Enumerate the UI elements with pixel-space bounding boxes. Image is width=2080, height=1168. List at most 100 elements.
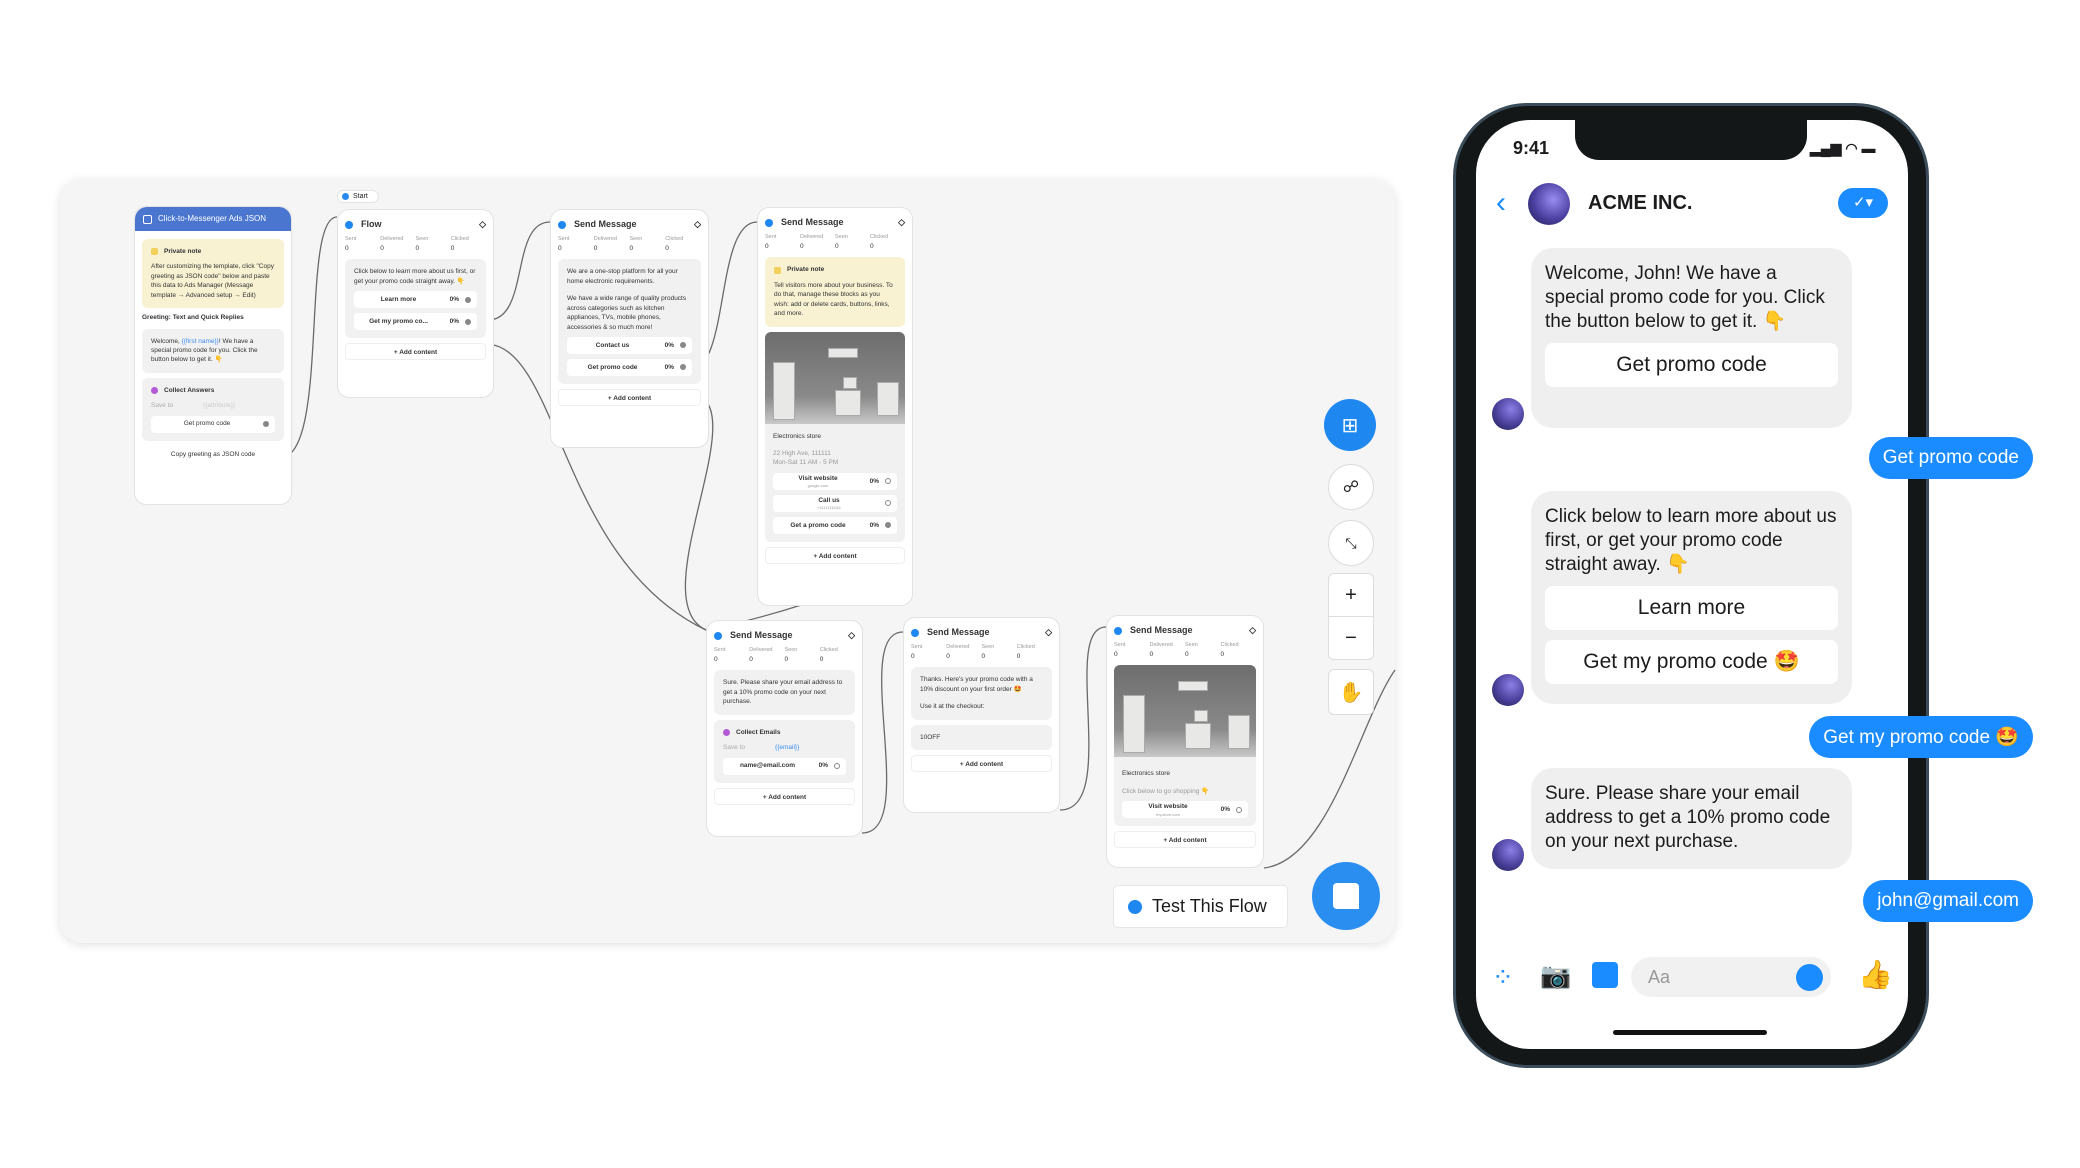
add-content-button[interactable]: + Add content bbox=[558, 388, 701, 406]
bot-message: Welcome, John! We have a special promo c… bbox=[1531, 248, 1852, 428]
connector-dot[interactable] bbox=[465, 318, 471, 325]
stat-value: 0 bbox=[765, 242, 769, 250]
quick-reply-button[interactable]: Get my promo code 🤩 bbox=[1545, 640, 1838, 685]
connector-dot[interactable] bbox=[263, 421, 269, 428]
send-message-node[interactable]: Send Message ◇ Sent 0 Delivered 0 Seen 0 Clicked… bbox=[903, 617, 1060, 813]
node-title: Send Message bbox=[730, 630, 793, 641]
message-input[interactable]: Aa bbox=[1631, 957, 1831, 997]
stat-label: Clicked bbox=[819, 647, 838, 653]
stat-value: 0 bbox=[1220, 650, 1225, 658]
add-content-button[interactable]: + Add content bbox=[911, 755, 1052, 773]
stat-value: 0 bbox=[558, 244, 562, 252]
zoom-in-button[interactable]: + bbox=[1328, 573, 1374, 617]
bot-avatar bbox=[1492, 839, 1524, 871]
save-value[interactable]: {{attribute}} bbox=[203, 401, 235, 410]
reply-button[interactable]: Get promo code 0% bbox=[567, 358, 692, 376]
reply-button[interactable]: Learn more 0% bbox=[354, 291, 477, 309]
tag-icon[interactable]: ◇ bbox=[1249, 624, 1256, 637]
reply-button[interactable]: Contact us 0% bbox=[567, 336, 692, 354]
chat-widget-button[interactable] bbox=[1312, 862, 1380, 930]
add-content-button[interactable]: + Add content bbox=[345, 343, 486, 361]
stat-value: 0 bbox=[415, 244, 420, 252]
graph-icon: ☍ bbox=[1342, 479, 1360, 496]
add-node-button[interactable]: ⊞ bbox=[1324, 399, 1376, 451]
ads-json-node[interactable]: Click-to-Messenger Ads JSON Private note A… bbox=[134, 206, 292, 505]
stat-label: Seen bbox=[784, 647, 798, 653]
tag-icon[interactable]: ◇ bbox=[1045, 626, 1052, 639]
tag-icon[interactable]: ◇ bbox=[694, 218, 701, 231]
start-pill[interactable]: Start bbox=[337, 190, 379, 203]
apps-button[interactable]: ⁘ bbox=[1492, 962, 1514, 993]
reply-button[interactable]: Get promo code bbox=[151, 415, 275, 433]
node-stats: Sent 0 Delivered 0 Seen 0 Clicked 0 bbox=[714, 647, 855, 664]
back-button[interactable]: ‹ bbox=[1496, 186, 1506, 220]
status-dropdown-button[interactable]: ✓▾ bbox=[1838, 188, 1888, 218]
node-title: Send Message bbox=[781, 217, 844, 228]
connector-dot[interactable] bbox=[885, 522, 891, 529]
connector-dot[interactable] bbox=[885, 500, 891, 507]
button-label: Learn more bbox=[380, 296, 417, 304]
send-message-node[interactable]: Send Message ◇ Sent 0 Delivered 0 Seen 0 Clicked… bbox=[550, 209, 709, 448]
stat: Seen 0 bbox=[416, 236, 451, 253]
flow-node[interactable]: Flow ◇ Sent 0 Delivered 0 Seen 0 Clicked 0 Click b… bbox=[337, 209, 494, 398]
add-content-button[interactable]: + Add content bbox=[1114, 831, 1256, 849]
stat-label: Clicked bbox=[450, 236, 469, 242]
tag-icon[interactable]: ◇ bbox=[848, 629, 855, 642]
reply-button[interactable]: Get my promo co... 0% bbox=[354, 313, 477, 331]
pan-button[interactable]: ✋ bbox=[1328, 669, 1374, 715]
copy-json-button[interactable]: Copy greeting as JSON code bbox=[142, 445, 284, 463]
add-content-button[interactable]: + Add content bbox=[765, 546, 905, 564]
stat-value: 0 bbox=[749, 655, 753, 663]
connector-dot[interactable] bbox=[680, 364, 686, 371]
connector-dot[interactable] bbox=[680, 342, 686, 349]
zoom-out-button[interactable]: − bbox=[1328, 616, 1374, 660]
gallery-button[interactable] bbox=[1592, 962, 1618, 988]
connector-dot[interactable] bbox=[465, 296, 471, 303]
send-message-node[interactable]: Send Message ◇ Sent 0 Delivered 0 Seen 0 Clicked… bbox=[1106, 615, 1264, 868]
stat-label: Delivered bbox=[749, 647, 773, 653]
stat-label: Delivered bbox=[1149, 642, 1173, 648]
reply-button[interactable]: Get a promo code 0% bbox=[773, 516, 897, 534]
reply-button[interactable]: Visit website google.com 0% bbox=[773, 472, 897, 490]
structure-button[interactable]: ☍ bbox=[1328, 464, 1374, 510]
stat-label: Seen bbox=[629, 236, 643, 242]
note-title: Private note bbox=[151, 247, 275, 256]
node-title: Send Message bbox=[574, 219, 637, 230]
thumbs-up-icon: 👍 bbox=[1858, 959, 1893, 990]
variable: {{first name}} bbox=[181, 337, 219, 345]
status-icons: ▂▄▆ ◠ ▬ bbox=[1810, 140, 1876, 156]
save-to-row: Save to {{attribute}} bbox=[151, 401, 275, 410]
button-label-wrap: Call us +11111111111 bbox=[779, 496, 879, 511]
test-flow-button[interactable]: Test This Flow bbox=[1113, 885, 1288, 928]
collapse-button[interactable]: ⤡ bbox=[1328, 520, 1374, 566]
stat-label: Seen bbox=[981, 644, 995, 650]
node-stats: Sent 0 Delivered 0 Seen 0 Clicked 0 bbox=[911, 644, 1052, 661]
connector-dot[interactable] bbox=[885, 478, 891, 485]
quick-reply-button[interactable]: Learn more bbox=[1545, 586, 1838, 631]
connector-dot[interactable] bbox=[834, 763, 840, 769]
emoji-icon[interactable] bbox=[1796, 963, 1823, 991]
save-value[interactable]: {{email}} bbox=[775, 743, 799, 752]
tag-icon[interactable]: ◇ bbox=[479, 218, 486, 231]
stat-label: Clicked bbox=[1016, 644, 1035, 650]
camera-button[interactable]: 📷 bbox=[1540, 962, 1571, 991]
stat-value: 0 bbox=[714, 655, 718, 663]
add-content-button[interactable]: + Add content bbox=[714, 787, 855, 805]
reply-button[interactable]: Visit website my.store.com 0% bbox=[1122, 801, 1248, 819]
stat-value: 0 bbox=[870, 242, 874, 250]
stat-value: 0 bbox=[800, 242, 804, 250]
button-label: Get promo code bbox=[183, 420, 231, 428]
appliance-shape bbox=[1177, 681, 1208, 692]
quick-reply-button[interactable]: Get promo code bbox=[1545, 343, 1838, 388]
message-block: We are a one-stop platform for all your … bbox=[558, 259, 701, 384]
tag-icon[interactable]: ◇ bbox=[898, 216, 905, 229]
like-button[interactable]: 👍 bbox=[1858, 958, 1893, 991]
collect-title-text: Collect Answers bbox=[164, 386, 215, 394]
connector-dot[interactable] bbox=[1236, 806, 1242, 813]
grid-icon: ⁘ bbox=[1492, 962, 1514, 992]
send-message-node[interactable]: Send Message ◇ Sent 0 Delivered 0 Seen 0 Clicked… bbox=[706, 620, 863, 837]
send-message-node[interactable]: Send Message ◇ Sent 0 Delivered 0 Seen 0 Clicked… bbox=[757, 207, 913, 606]
reply-button[interactable]: Call us +11111111111 bbox=[773, 494, 897, 512]
reply-button[interactable]: name@email.com 0% bbox=[723, 757, 846, 775]
save-label: Save to bbox=[151, 402, 174, 410]
